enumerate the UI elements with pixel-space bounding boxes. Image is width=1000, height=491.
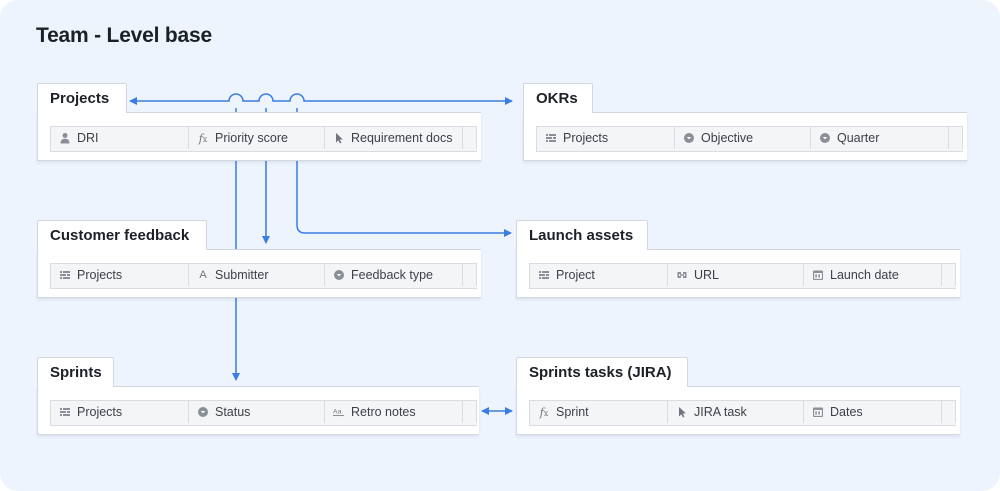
field-list: DRI fx Priority score Requirement docs xyxy=(50,126,477,152)
calendar-icon xyxy=(812,269,824,281)
field-more xyxy=(949,127,963,149)
field-more xyxy=(463,264,477,286)
field-label: Retro notes xyxy=(351,405,416,419)
field-list: Projects A Submitter Feedback type xyxy=(50,263,477,289)
single-select-icon xyxy=(683,132,695,144)
diagram-canvas: Team - Level base DRI fx Priority score Req… xyxy=(0,0,1000,491)
field-label: Submitter xyxy=(215,268,269,282)
table-name-tab[interactable]: OKRs xyxy=(523,83,593,113)
field-project[interactable]: Project xyxy=(530,264,668,286)
field-label: Projects xyxy=(77,405,123,419)
field-label: Projects xyxy=(77,268,123,282)
field-list: Projects Objective Quarter xyxy=(536,126,963,152)
single-select-icon xyxy=(197,406,209,418)
table-fields-panel: Projects Status Aa Retro notes xyxy=(37,386,479,435)
field-label: DRI xyxy=(77,131,99,145)
table-fields-panel: fx Sprint JIRA task Dates xyxy=(516,386,960,435)
link-record-icon xyxy=(538,269,550,281)
field-projects[interactable]: Projects xyxy=(537,127,675,149)
field-feedback-type[interactable]: Feedback type xyxy=(325,264,463,286)
person-icon xyxy=(59,132,71,144)
table-name-tab[interactable]: Customer feedback xyxy=(37,220,207,250)
table-name-tab[interactable]: Projects xyxy=(37,83,127,113)
field-projects[interactable]: Projects xyxy=(51,401,189,423)
field-label: Quarter xyxy=(837,131,880,145)
field-priority-score[interactable]: fx Priority score xyxy=(189,127,325,149)
field-sprint[interactable]: fx Sprint xyxy=(530,401,668,423)
link-record-icon xyxy=(59,269,71,281)
table-name-tab[interactable]: Launch assets xyxy=(516,220,648,250)
field-submitter[interactable]: A Submitter xyxy=(189,264,325,286)
link-record-icon xyxy=(59,406,71,418)
single-select-icon xyxy=(333,269,345,281)
field-more xyxy=(942,264,956,286)
field-more xyxy=(942,401,956,423)
field-label: JIRA task xyxy=(694,405,747,419)
field-dates[interactable]: Dates xyxy=(804,401,942,423)
field-dri[interactable]: DRI xyxy=(51,127,189,149)
field-url[interactable]: URL xyxy=(668,264,804,286)
table-fields-panel: Projects A Submitter Feedback type xyxy=(37,249,481,298)
url-icon xyxy=(676,269,688,281)
field-label: Project xyxy=(556,268,595,282)
cursor-icon xyxy=(333,132,345,144)
connector-projects-okrs xyxy=(129,93,513,105)
field-requirement-docs[interactable]: Requirement docs xyxy=(325,127,463,149)
field-projects[interactable]: Projects xyxy=(51,264,189,286)
table-name-tab[interactable]: Sprints xyxy=(37,357,114,387)
field-label: URL xyxy=(694,268,720,282)
field-label: Sprint xyxy=(556,405,589,419)
formula-icon: fx xyxy=(198,131,208,145)
field-list: Project URL Launch date xyxy=(529,263,956,289)
field-label: Status xyxy=(215,405,251,419)
page-title: Team - Level base xyxy=(36,24,212,47)
field-label: Launch date xyxy=(830,268,899,282)
table-fields-panel: Project URL Launch date xyxy=(516,249,960,298)
field-label: Feedback type xyxy=(351,268,433,282)
field-status[interactable]: Status xyxy=(189,401,325,423)
field-label: Priority score xyxy=(215,131,288,145)
calendar-icon xyxy=(812,406,824,418)
long-text-icon: Aa xyxy=(333,406,345,418)
field-more xyxy=(463,127,477,149)
text-icon: A xyxy=(199,269,207,281)
cursor-icon xyxy=(676,406,688,418)
field-quarter[interactable]: Quarter xyxy=(811,127,949,149)
field-objective[interactable]: Objective xyxy=(675,127,811,149)
field-more xyxy=(463,401,477,423)
field-label: Objective xyxy=(701,131,754,145)
field-label: Requirement docs xyxy=(351,131,453,145)
link-record-icon xyxy=(545,132,557,144)
field-launch-date[interactable]: Launch date xyxy=(804,264,942,286)
field-jira-task[interactable]: JIRA task xyxy=(668,401,804,423)
table-name-tab[interactable]: Sprints tasks (JIRA) xyxy=(516,357,688,387)
svg-text:Aa: Aa xyxy=(333,409,342,416)
field-list: fx Sprint JIRA task Dates xyxy=(529,400,956,426)
table-fields-panel: Projects Objective Quarter xyxy=(523,112,967,161)
single-select-icon xyxy=(819,132,831,144)
field-list: Projects Status Aa Retro notes xyxy=(50,400,477,426)
field-label: Dates xyxy=(830,405,863,419)
table-fields-panel: DRI fx Priority score Requirement docs xyxy=(37,112,481,161)
field-label: Projects xyxy=(563,131,609,145)
formula-icon: fx xyxy=(539,405,549,419)
field-retro-notes[interactable]: Aa Retro notes xyxy=(325,401,463,423)
